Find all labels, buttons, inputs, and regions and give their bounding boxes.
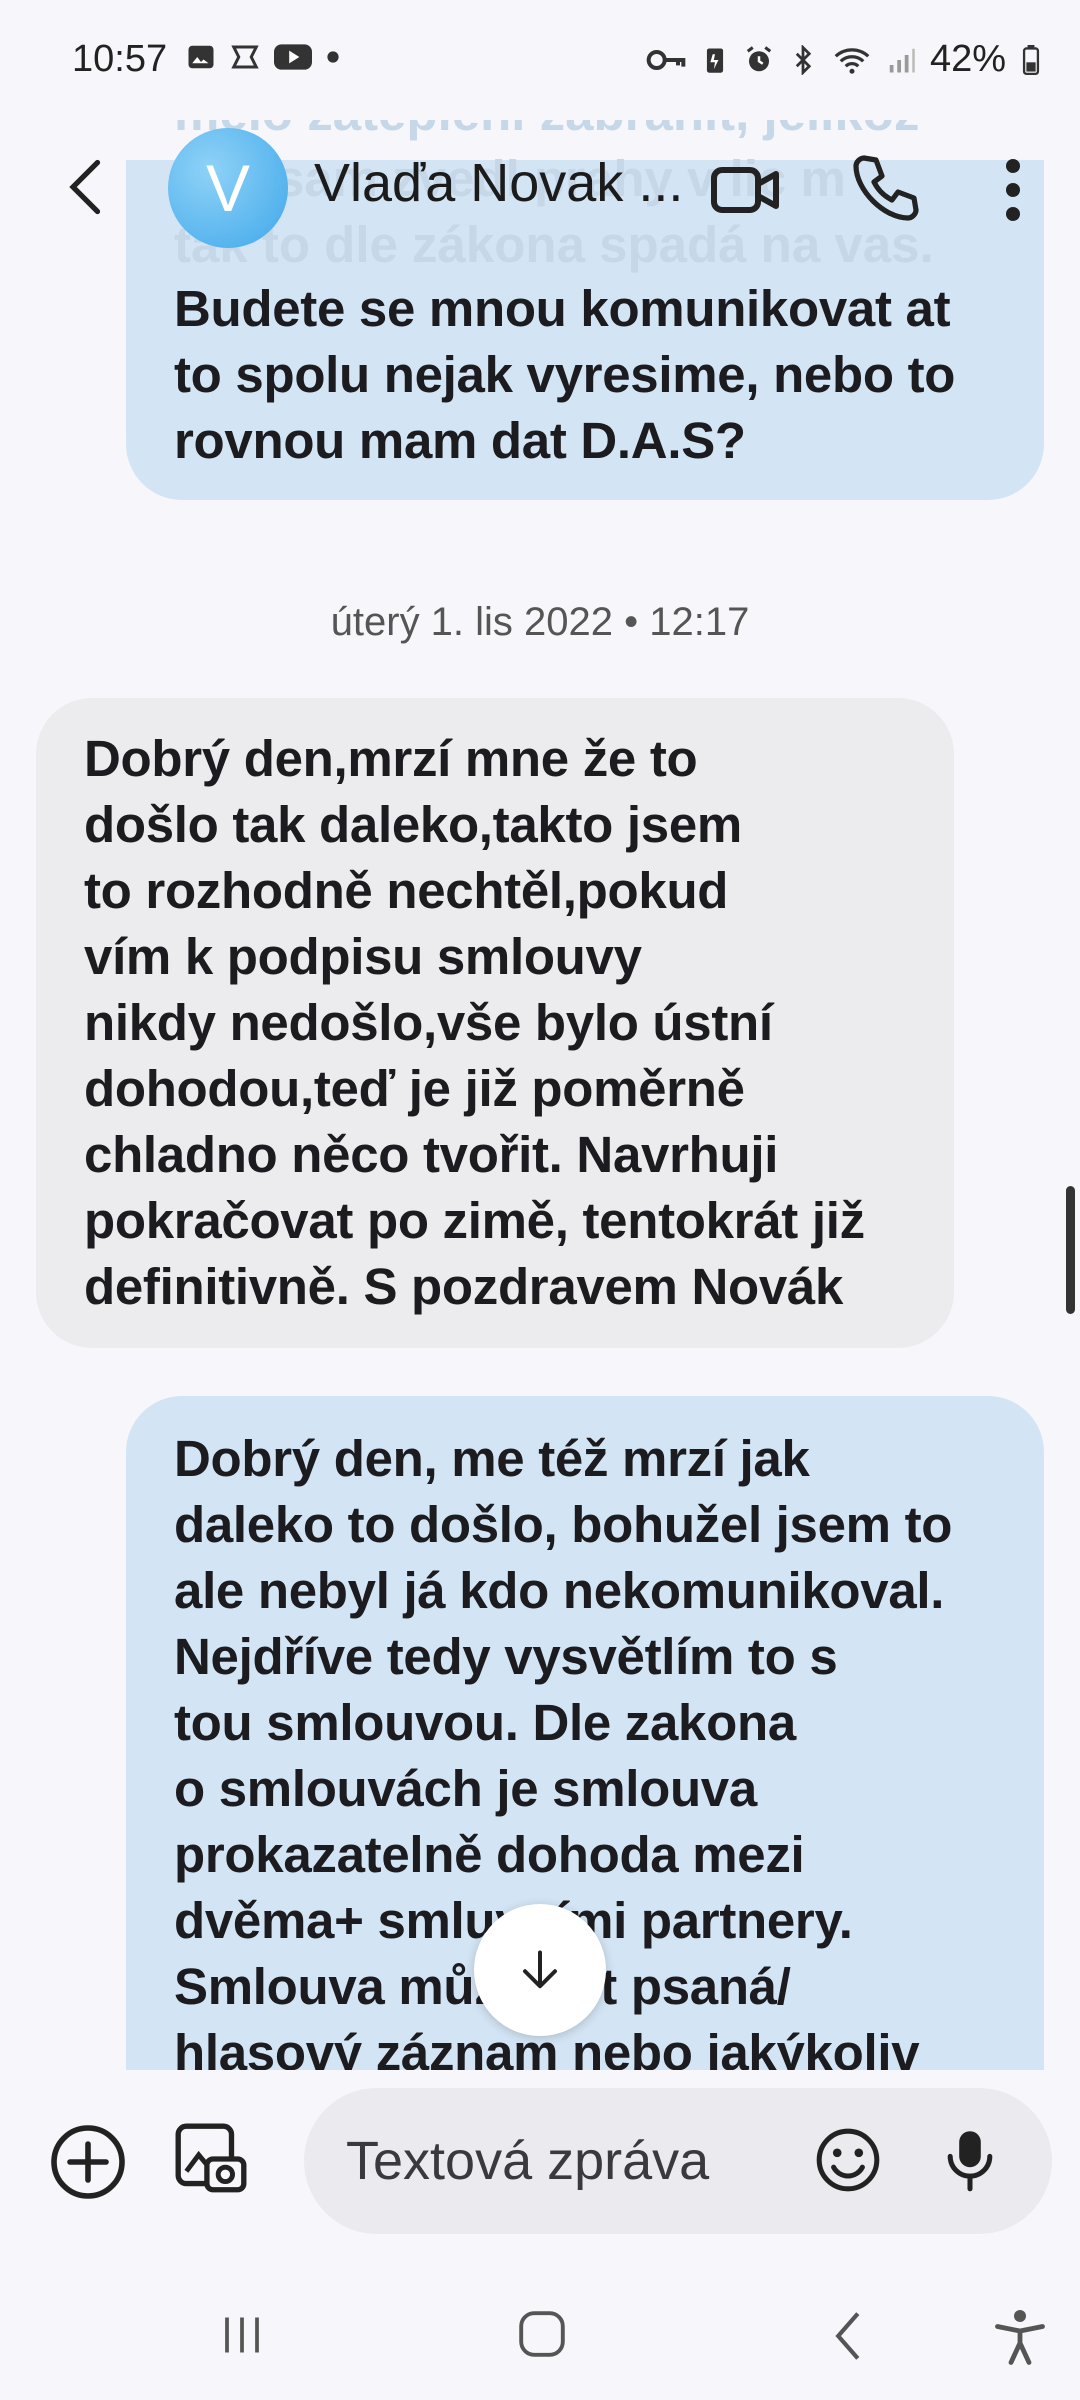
dot-icon xyxy=(327,51,339,63)
message-text-line: to rozhodně nechtěl,pokud xyxy=(84,862,729,919)
emoji-icon[interactable] xyxy=(812,2124,884,2196)
message-text-line: Dobrý den, me též mrzí jak xyxy=(174,1430,810,1487)
message-input-placeholder: Textová zpráva xyxy=(346,2131,710,2191)
status-left-icons xyxy=(186,42,340,72)
message-text-line: došlo tak daleko,takto jsem xyxy=(84,796,742,853)
message-text-line: Dobrý den,mrzí mne že to xyxy=(84,730,698,787)
message-text-line: ale nebyl já kdo nekomunikoval. xyxy=(174,1562,945,1619)
messenger-icon xyxy=(231,45,259,69)
message-text-line: vím k podpisu smlouvy xyxy=(84,928,642,985)
message-text-line: prokazatelně dohoda mezi xyxy=(174,1826,805,1883)
status-bar: 10:57 42% xyxy=(0,0,1080,120)
contact-name[interactable]: Vlaďa Novak ... xyxy=(314,152,683,214)
status-right: 42% xyxy=(646,38,1042,81)
date-separator: úterý 1. lis 2022 • 12:17 xyxy=(330,600,750,644)
composer: Textová zpráva xyxy=(0,2070,1080,2260)
alarm-icon xyxy=(746,45,772,71)
accessibility-icon[interactable] xyxy=(990,2304,1050,2370)
message-text-line: definitivně. S pozdravem Novák xyxy=(84,1258,844,1315)
message-text-line: dohodou,teď je již poměrně xyxy=(84,1060,745,1117)
arrow-down-icon xyxy=(523,1950,557,1989)
system-navigation-bar xyxy=(0,2260,1080,2400)
message-text-line: pokračovat po zimě, tentokrát již xyxy=(84,1192,865,1249)
received-message[interactable]: Dobrý den,mrzí mne že to došlo tak dalek… xyxy=(36,698,954,1348)
scrollbar-thumb[interactable] xyxy=(1066,1186,1075,1314)
message-text-line: tou smlouvou. Dle zakona xyxy=(174,1694,796,1751)
phone-icon[interactable] xyxy=(846,148,926,228)
gallery-icon xyxy=(188,45,214,69)
message-text-line: to spolu nejak vyresime, nebo to xyxy=(174,346,956,403)
scroll-to-bottom-button[interactable] xyxy=(474,1904,606,2036)
video-call-icon[interactable] xyxy=(706,150,786,230)
home-icon[interactable] xyxy=(516,2308,568,2360)
message-input[interactable]: Textová zpráva xyxy=(304,2088,1052,2234)
battery-saver-icon xyxy=(706,47,724,73)
gallery-camera-icon[interactable] xyxy=(170,2118,252,2200)
youtube-icon xyxy=(274,44,312,70)
add-icon[interactable] xyxy=(48,2122,128,2202)
message-text-line: chladno něco tvořit. Navrhuji xyxy=(84,1126,779,1183)
bluetooth-icon xyxy=(795,44,812,75)
mic-icon[interactable] xyxy=(934,2124,1006,2196)
message-text-line: Nejdříve tedy vysvětlím to s xyxy=(174,1628,838,1685)
more-icon[interactable] xyxy=(990,150,1036,230)
back-nav-icon[interactable] xyxy=(826,2308,870,2364)
message-text-line: daleko to došlo, bohužel jsem to xyxy=(174,1496,953,1553)
key-icon xyxy=(646,49,686,70)
wifi-icon xyxy=(834,47,870,74)
message-text-line: o smlouvách je smlouva xyxy=(174,1760,757,1817)
battery-percent: 42% xyxy=(929,38,1006,80)
message-text-line: nikdy nedošlo,vše bylo ústní xyxy=(84,994,773,1051)
signal-icon xyxy=(889,48,915,72)
back-icon[interactable] xyxy=(52,152,122,222)
battery-icon xyxy=(1022,44,1040,75)
conversation-header: V Vlaďa Novak ... xyxy=(0,120,1080,260)
avatar[interactable]: V xyxy=(168,128,288,248)
recents-icon[interactable] xyxy=(216,2310,268,2360)
message-text-line: rovnou mam dat D.A.S? xyxy=(174,412,746,469)
message-text-line: Budete se mnou komunikovat at xyxy=(174,280,951,337)
status-time: 10:57 xyxy=(72,38,168,80)
